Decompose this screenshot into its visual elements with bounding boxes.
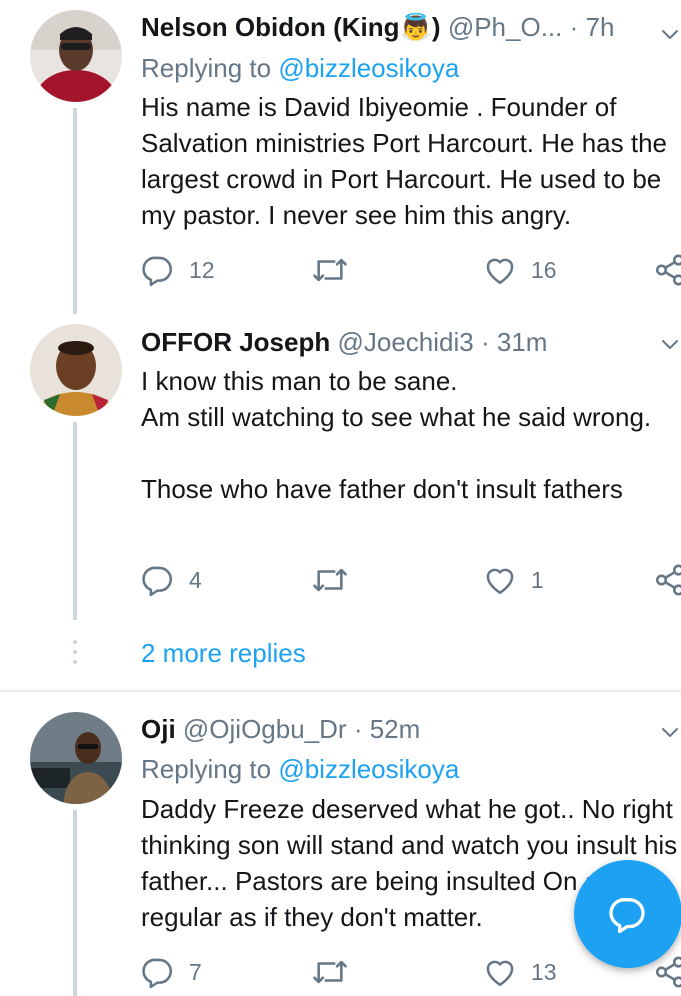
timestamp[interactable]: 31m — [497, 327, 548, 357]
chevron-down-icon[interactable] — [661, 336, 679, 354]
angel-emoji: 👼 — [399, 12, 432, 42]
retweet-button[interactable] — [311, 560, 363, 600]
share-button[interactable] — [653, 250, 681, 290]
reply-button[interactable]: 12 — [141, 250, 215, 290]
share-button[interactable] — [653, 560, 681, 600]
retweet-icon — [313, 960, 347, 984]
chevron-down-icon[interactable] — [661, 724, 679, 742]
reply-count: 12 — [189, 256, 215, 283]
like-button[interactable]: 1 — [483, 560, 544, 600]
share-icon — [655, 564, 681, 596]
thread-line — [73, 810, 77, 996]
separator-dot: · — [353, 714, 363, 744]
tweet-header: Oji @OjiOgbu_Dr · 52m — [141, 712, 420, 746]
avatar[interactable] — [30, 712, 122, 804]
user-handle[interactable]: @OjiOgbu_Dr — [183, 714, 347, 744]
thread-dots — [73, 640, 77, 670]
like-count: 1 — [531, 566, 544, 593]
speech-bubble-icon — [142, 566, 172, 597]
tweet-text: I know this man to be sane. Am still wat… — [141, 366, 652, 504]
retweet-icon — [313, 568, 347, 592]
timestamp[interactable]: 7h — [586, 12, 615, 42]
profile-photo — [30, 10, 122, 102]
mention-link[interactable]: @bizzleosikoya — [278, 754, 459, 784]
like-count: 13 — [531, 958, 557, 985]
user-handle[interactable]: @Ph_O... — [448, 12, 563, 42]
tweet-text: His name is David Ibiyeomie . Founder of… — [141, 92, 667, 230]
display-name[interactable]: Oji — [141, 714, 176, 744]
tweet-actions: 4 1 — [141, 560, 681, 600]
tweet-2[interactable]: OFFOR Joseph @Joechidi3 · 31m I know thi… — [0, 310, 681, 620]
mention-link[interactable]: @bizzleosikoya — [278, 53, 459, 83]
avatar[interactable] — [30, 10, 122, 102]
display-name[interactable]: Nelson Obidon (King — [141, 12, 400, 42]
tweet-header: OFFOR Joseph @Joechidi3 · 31m — [141, 325, 547, 359]
heart-icon — [486, 568, 514, 595]
heart-icon — [486, 258, 514, 285]
divider — [0, 690, 681, 692]
like-button[interactable]: 16 — [483, 250, 557, 290]
separator-dot: · — [480, 327, 490, 357]
reply-button[interactable]: 7 — [141, 952, 202, 992]
replying-to: Replying to @bizzleosikoya — [141, 51, 459, 85]
retweet-button[interactable] — [311, 952, 363, 992]
replying-to: Replying to @bizzleosikoya — [141, 752, 459, 786]
like-count: 16 — [531, 256, 557, 283]
retweet-button[interactable] — [311, 250, 363, 290]
timestamp[interactable]: 52m — [370, 714, 421, 744]
reply-count: 4 — [189, 566, 202, 593]
separator-dot: · — [569, 12, 579, 42]
thread-line — [73, 422, 77, 620]
tweet-header: Nelson Obidon (King👼) @Ph_O... · 7h — [141, 10, 614, 44]
replying-to-label: Replying to — [141, 53, 279, 83]
compose-reply-button[interactable] — [574, 860, 681, 968]
display-name-close: ) — [431, 12, 441, 42]
thread-line — [73, 108, 77, 314]
retweet-icon — [313, 258, 347, 282]
user-handle[interactable]: @Joechidi3 — [337, 327, 473, 357]
replying-to-label: Replying to — [141, 754, 279, 784]
share-icon — [655, 956, 681, 988]
tweet-actions: 12 16 — [141, 250, 681, 290]
more-replies-link[interactable]: 2 more replies — [141, 638, 306, 669]
chevron-down-icon[interactable] — [661, 26, 679, 44]
speech-bubble-icon — [142, 958, 172, 989]
reply-button[interactable]: 4 — [141, 560, 202, 600]
speech-bubble-icon — [142, 256, 172, 287]
tweet-3[interactable]: Oji @OjiOgbu_Dr · 52m Replying to @bizzl… — [0, 700, 681, 996]
share-icon — [655, 254, 681, 286]
display-name[interactable]: OFFOR Joseph — [141, 327, 330, 357]
tweet-1[interactable]: Nelson Obidon (King👼) @Ph_O... · 7h Repl… — [0, 0, 681, 314]
like-button[interactable]: 13 — [483, 952, 557, 992]
avatar[interactable] — [30, 324, 122, 416]
profile-photo — [30, 712, 122, 804]
compose-reply-icon — [609, 898, 645, 934]
reply-count: 7 — [189, 958, 202, 985]
profile-photo — [30, 324, 122, 416]
heart-icon — [486, 960, 514, 987]
